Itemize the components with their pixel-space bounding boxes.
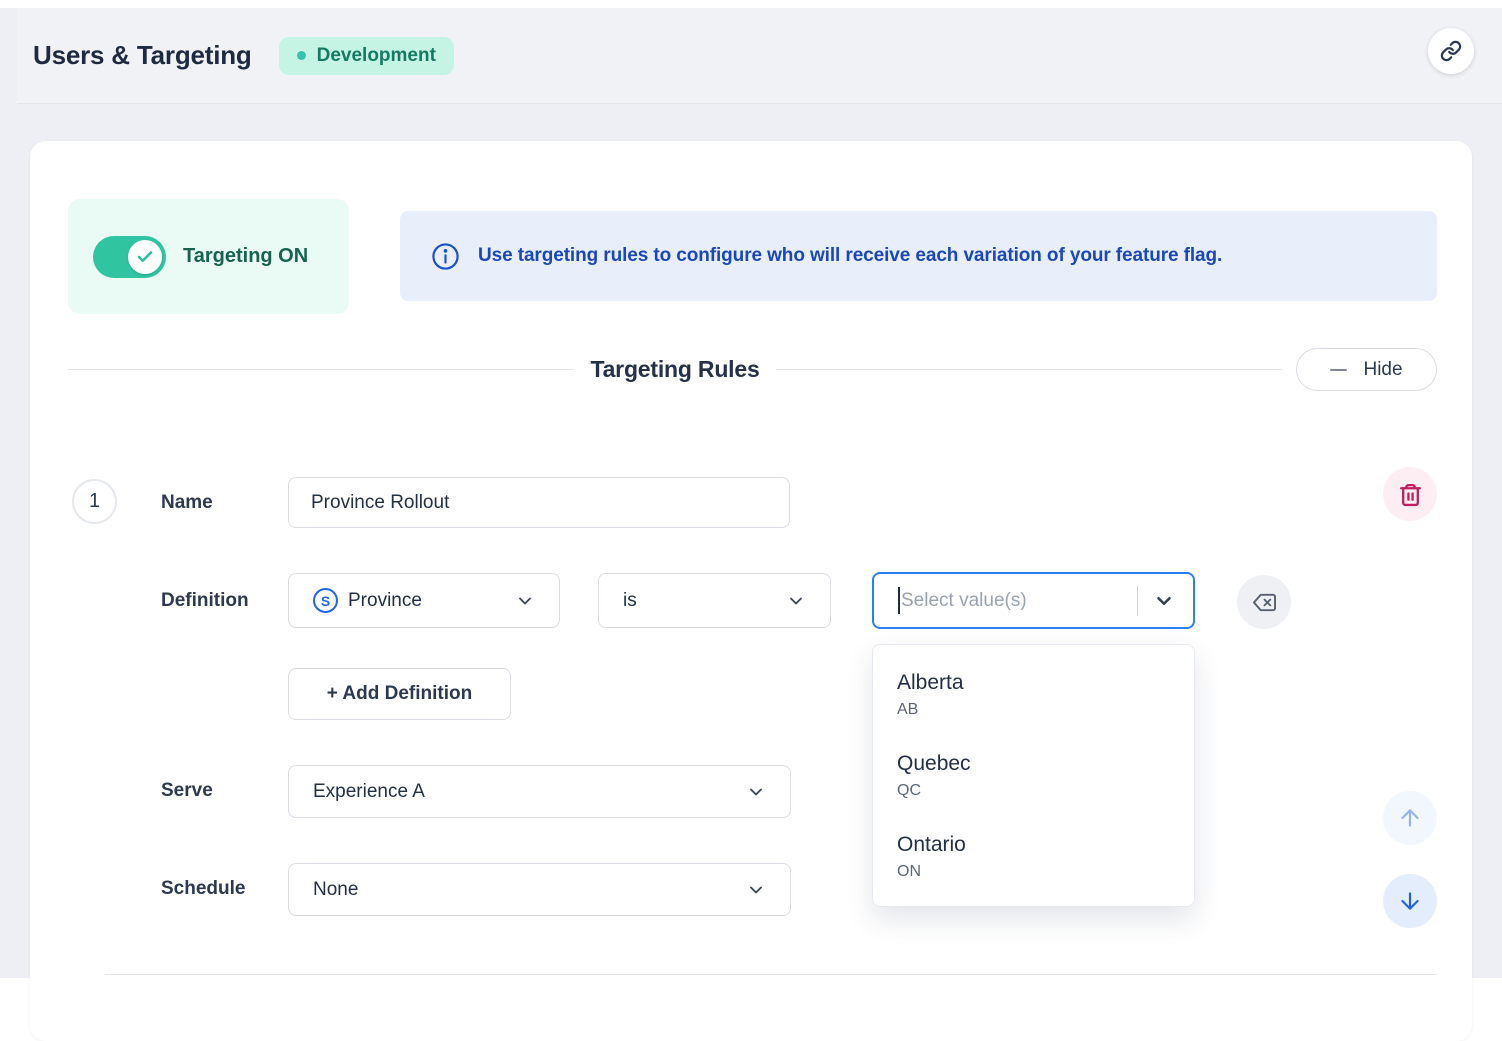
rule-name-input[interactable]: [288, 477, 790, 528]
chevron-down-icon: [786, 591, 806, 611]
property-select-value: Province: [348, 590, 422, 612]
trash-icon: [1398, 482, 1423, 507]
option-sublabel: ON: [897, 859, 1194, 884]
option-label: Alberta: [897, 669, 1194, 697]
environment-badge: Development: [279, 37, 454, 75]
environment-dot-icon: [297, 51, 306, 60]
text-caret: [898, 587, 900, 614]
targeting-toggle-label: Targeting ON: [183, 245, 308, 268]
minus-icon: [1330, 369, 1347, 371]
arrow-up-icon: [1397, 805, 1423, 831]
link-icon: [1440, 40, 1462, 62]
serve-select-value: Experience A: [313, 781, 425, 803]
targeting-toggle[interactable]: [93, 236, 166, 278]
hide-rules-button[interactable]: Hide: [1296, 348, 1437, 391]
values-multiselect[interactable]: Select value(s): [872, 572, 1195, 629]
arrow-down-icon: [1397, 888, 1423, 914]
name-label: Name: [161, 492, 213, 514]
option-sublabel: AB: [897, 697, 1194, 722]
move-rule-down-button[interactable]: [1383, 874, 1437, 928]
divider-line: [776, 369, 1282, 370]
chevron-down-icon: [746, 880, 766, 900]
move-rule-up-button[interactable]: [1383, 791, 1437, 845]
chevron-down-icon: [746, 782, 766, 802]
targeting-rules-divider: Targeting Rules Hide: [68, 348, 1437, 391]
divider-line: [68, 369, 574, 370]
operator-select[interactable]: is: [598, 573, 831, 628]
environment-badge-label: Development: [317, 45, 436, 67]
schedule-select-value: None: [313, 879, 358, 901]
chevron-down-icon: [515, 591, 535, 611]
operator-select-value: is: [623, 590, 637, 612]
serve-select[interactable]: Experience A: [288, 765, 791, 818]
section-divider: [105, 974, 1437, 975]
option-sublabel: QC: [897, 778, 1194, 803]
page-header: Users & Targeting Development: [17, 8, 1502, 104]
schedule-select[interactable]: None: [288, 863, 791, 916]
serve-label: Serve: [161, 780, 213, 802]
rule-number-badge: 1: [72, 479, 117, 524]
add-definition-button[interactable]: + Add Definition: [288, 668, 511, 720]
string-type-icon: S: [313, 588, 338, 613]
targeting-status-panel: Targeting ON: [68, 199, 349, 314]
schedule-label: Schedule: [161, 878, 245, 900]
definition-label: Definition: [161, 590, 249, 612]
delete-rule-button[interactable]: [1383, 467, 1437, 521]
values-dropdown-menu: Alberta AB Quebec QC Ontario ON: [872, 644, 1195, 907]
copy-link-button[interactable]: [1428, 28, 1474, 74]
values-placeholder: Select value(s): [901, 590, 1027, 612]
option-label: Quebec: [897, 750, 1194, 778]
property-select[interactable]: S Province: [288, 573, 560, 628]
clear-values-button[interactable]: [1237, 575, 1291, 629]
option-ontario[interactable]: Ontario ON: [897, 831, 1194, 884]
combo-separator: [1137, 586, 1138, 616]
option-label: Ontario: [897, 831, 1194, 859]
page-title: Users & Targeting: [33, 40, 252, 71]
toggle-knob: [128, 240, 162, 274]
option-quebec[interactable]: Quebec QC: [897, 750, 1194, 803]
option-alberta[interactable]: Alberta AB: [897, 669, 1194, 722]
backspace-icon: [1253, 591, 1276, 614]
chevron-down-icon[interactable]: [1153, 590, 1175, 612]
info-banner-text: Use targeting rules to configure who wil…: [478, 245, 1222, 267]
check-icon: [136, 248, 154, 266]
hide-button-label: Hide: [1363, 359, 1402, 381]
targeting-card: Targeting ON Use targeting rules to conf…: [30, 141, 1472, 1041]
targeting-rules-title: Targeting Rules: [590, 356, 759, 383]
info-icon: [431, 242, 460, 271]
info-banner: Use targeting rules to configure who wil…: [400, 211, 1437, 301]
